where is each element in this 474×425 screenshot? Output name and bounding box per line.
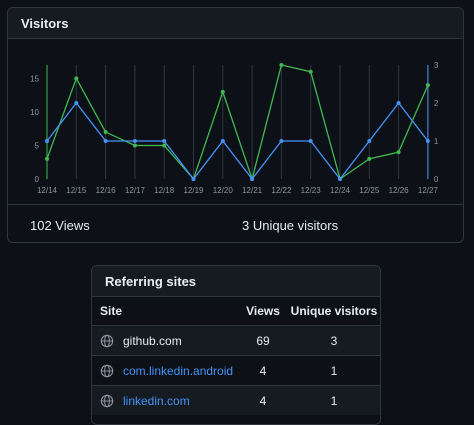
series-point-2: [220, 139, 225, 143]
series-point-2: [74, 101, 79, 105]
unique-cell: 1: [288, 355, 380, 386]
y-left-tick-label: 10: [30, 108, 39, 117]
x-tick-label: 12/17: [125, 186, 146, 195]
series-point-2: [132, 139, 137, 143]
series-point-1: [45, 156, 49, 161]
x-tick-label: 12/25: [359, 186, 380, 195]
y-left-tick-label: 0: [35, 175, 40, 184]
series-point-2: [250, 177, 255, 181]
series-point-2: [425, 139, 430, 143]
site-header: Site: [100, 304, 123, 318]
series-point-2: [367, 139, 372, 143]
unique-summary: 3 Unique visitors: [242, 218, 339, 233]
y-right-tick-label: 3: [434, 61, 439, 70]
series-point-2: [338, 177, 342, 181]
visitors-chart: 12/14 12/15 12/16 12/17 12/18 12/19 12/20 12/21…: [8, 39, 463, 201]
x-tick-label: 12/14: [37, 186, 58, 195]
table-row: github.com 69 3: [92, 325, 380, 356]
series-point-1: [220, 89, 225, 94]
table-row: com.linkedin.android 4 1: [92, 355, 380, 386]
y-left-tick-label: 5: [35, 141, 40, 150]
series-point-2: [279, 139, 284, 143]
table-row: linkedin.com 4 1: [92, 385, 380, 415]
x-tick-label: 12/18: [154, 186, 175, 195]
visitors-card: Visitors 12/14 12/15 12/16 12/17 12/18 12/19 1…: [7, 7, 464, 243]
visitors-title: Visitors: [8, 8, 463, 39]
series-point-1: [74, 76, 79, 81]
x-tick-label: 12/23: [301, 186, 322, 195]
site-link[interactable]: linkedin.com: [123, 394, 190, 408]
visitors-chart-svg: 12/14 12/15 12/16 12/17 12/18 12/19 12/20 12/21…: [30, 61, 439, 195]
table-header-row: Site Views Unique visitors: [92, 297, 380, 326]
x-tick-label: 12/20: [213, 186, 234, 195]
y-right-tick-label: 2: [434, 99, 439, 108]
series-point-1: [425, 83, 430, 88]
globe-icon: [100, 334, 114, 347]
unique-cell: 1: [288, 385, 380, 415]
views-header: Views: [246, 304, 280, 318]
views-cell: 4: [238, 385, 288, 415]
x-tick-label: 12/15: [66, 186, 87, 195]
series-point-2: [103, 139, 108, 143]
series-line-1: [46, 64, 429, 182]
series-point-1: [103, 130, 108, 135]
y-left-tick-label: 15: [30, 74, 39, 83]
series-point-2: [396, 101, 401, 105]
views-cell: 4: [238, 355, 288, 386]
series-point-1: [132, 143, 137, 148]
series-point-1: [162, 143, 167, 148]
series-point-2: [308, 139, 313, 143]
referring-sites-card: Referring sites Site Views Unique visito…: [91, 265, 381, 425]
x-tick-label: 12/22: [271, 186, 292, 195]
x-tick-label: 12/16: [96, 186, 117, 195]
series-point-2: [162, 139, 167, 143]
x-tick-label: 12/19: [183, 186, 204, 195]
series-point-2: [45, 139, 49, 143]
site-link[interactable]: com.linkedin.android: [123, 364, 233, 378]
series-point-1: [367, 156, 372, 161]
visitors-summary: 102 Views 3 Unique visitors: [8, 204, 463, 242]
unique-header: Unique visitors: [290, 304, 378, 318]
x-tick-label: 12/26: [389, 186, 410, 195]
series-point-1: [308, 69, 313, 74]
views-summary: 102 Views: [30, 218, 90, 233]
y-right-tick-label: 1: [434, 137, 439, 146]
x-tick-label: 12/27: [418, 186, 439, 195]
series-point-1: [279, 63, 284, 67]
site-name: github.com: [123, 333, 182, 348]
views-cell: 69: [238, 325, 288, 356]
referring-sites-table: Site Views Unique visitors github.com 69…: [92, 297, 380, 415]
x-tick-label: 12/24: [330, 186, 351, 195]
referring-sites-title: Referring sites: [92, 266, 380, 297]
globe-icon: [100, 364, 114, 377]
series-point-2: [191, 177, 196, 181]
unique-cell: 3: [288, 325, 380, 356]
y-right-tick-label: 0: [434, 175, 439, 184]
x-tick-label: 12/21: [242, 186, 263, 195]
globe-icon: [100, 394, 114, 407]
series-point-1: [396, 150, 401, 155]
